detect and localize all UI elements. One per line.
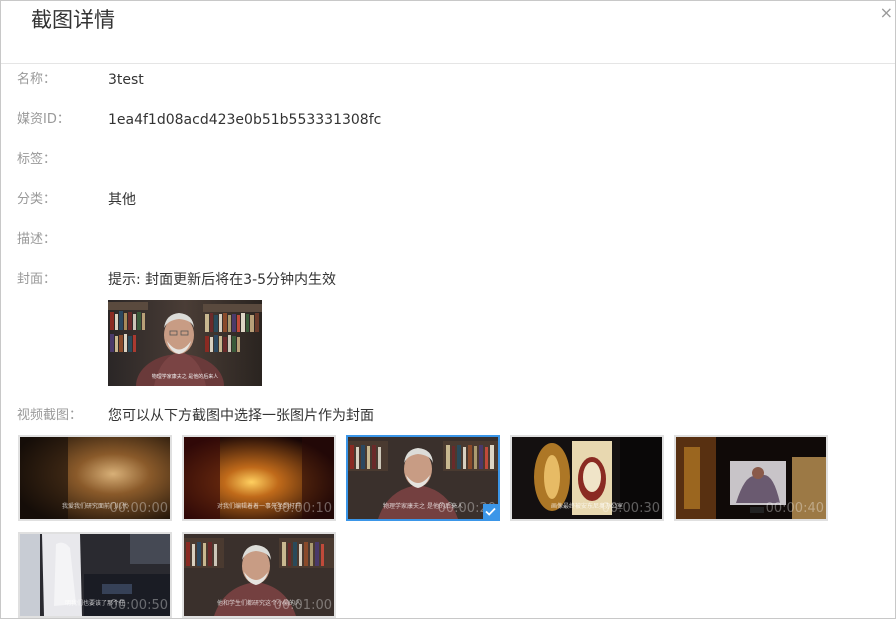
field-media-id-value: 1ea4f1d08acd423e0b51b553331308fc — [108, 112, 382, 128]
thumbnail-3[interactable]: 物理学家康夫之 是他的后来人 00:00:20 — [346, 435, 500, 521]
field-name-label: 名称： — [17, 72, 57, 87]
close-button[interactable]: × — [880, 5, 893, 21]
check-icon — [485, 507, 496, 516]
cover-image-art: 物理学家康夫之 是他的后来人 — [108, 300, 262, 386]
field-category-value: 其他 — [108, 192, 136, 208]
field-screenshots-label: 视频截图： — [17, 408, 83, 423]
field-media-id-label: 媒资ID： — [17, 112, 70, 127]
selected-badge — [483, 504, 498, 519]
thumbnail-2-time: 00:00:10 — [273, 501, 332, 516]
thumbnail-7-time: 00:01:00 — [273, 598, 332, 613]
cover-subtitle: 物理学家康夫之 是他的后来人 — [152, 373, 219, 380]
cover-hint: 提示: 封面更新后将在3-5分钟内生效 — [108, 272, 337, 288]
thumbnail-7[interactable]: 他和学生们都研究这个小偷的人 00:01:00 — [182, 532, 336, 618]
dialog-title: 截图详情 — [31, 8, 115, 32]
thumbnail-1[interactable]: 我爱我们研究面前门儿代 00:00:00 — [18, 435, 172, 521]
dialog-header: 截图详情 × — [1, 1, 895, 64]
cover-image: 物理学家康夫之 是他的后来人 — [108, 300, 262, 386]
field-cover-label: 封面： — [17, 272, 57, 287]
field-tags-label: 标签： — [17, 152, 57, 167]
thumbnail-6-time: 00:00:50 — [109, 598, 168, 613]
thumbnail-2[interactable]: 对我们编辑着着一事先坐到打开 00:00:10 — [182, 435, 336, 521]
screenshots-hint: 您可以从下方截图中选择一张图片作为封面 — [108, 408, 374, 424]
thumbnail-4[interactable]: 画像最终被安东尼奥办公室 00:00:30 — [510, 435, 664, 521]
thumbnail-5-time: 00:00:40 — [765, 501, 824, 516]
close-icon: × — [879, 3, 893, 22]
thumbnail-1-time: 00:00:00 — [109, 501, 168, 516]
thumbnail-5[interactable]: 00:00:40 — [674, 435, 828, 521]
thumbnail-4-time: 00:00:30 — [601, 501, 660, 516]
field-description-label: 描述： — [17, 232, 57, 247]
field-name-value: 3test — [108, 72, 144, 88]
screenshot-detail-dialog: 截图详情 × 名称： 3test 媒资ID： 1ea4f1d08acd423e0… — [0, 0, 896, 619]
field-category-label: 分类： — [17, 192, 57, 207]
thumbnail-6[interactable]: 明我们也要该了那个任 00:00:50 — [18, 532, 172, 618]
